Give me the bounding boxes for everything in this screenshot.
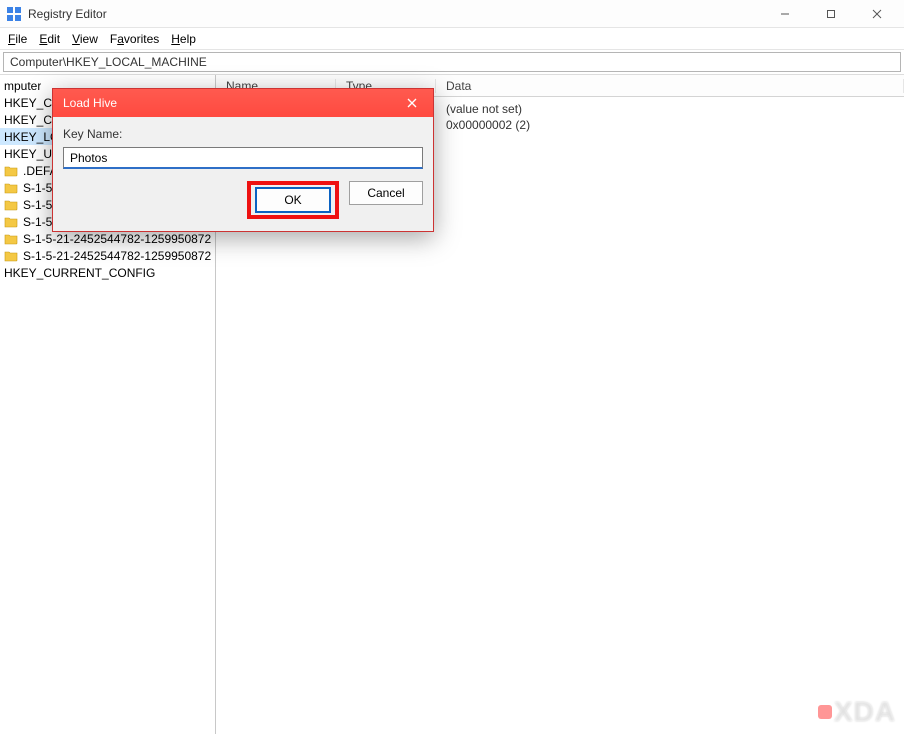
- cancel-button[interactable]: Cancel: [349, 181, 423, 205]
- load-hive-dialog: Load Hive Key Name: OK Cancel: [52, 88, 434, 232]
- key-name-label: Key Name:: [63, 127, 423, 141]
- window-controls: [762, 0, 900, 28]
- folder-icon: [4, 199, 18, 211]
- dialog-title: Load Hive: [63, 96, 117, 110]
- tree-item-label: HKEY_CURRENT_CONFIG: [4, 266, 155, 280]
- dialog-buttons: OK Cancel: [53, 169, 433, 231]
- menubar: File Edit View Favorites Help: [0, 28, 904, 50]
- dialog-titlebar: Load Hive: [53, 89, 433, 117]
- folder-icon: [4, 182, 18, 194]
- menu-view[interactable]: View: [72, 32, 98, 46]
- tree-item[interactable]: S-1-5-21-2452544782-1259950872-123: [0, 230, 215, 247]
- ok-button[interactable]: OK: [256, 188, 330, 212]
- menu-edit[interactable]: Edit: [39, 32, 60, 46]
- dialog-body: Key Name:: [53, 117, 433, 169]
- tree-item[interactable]: S-1-5-21-2452544782-1259950872-123: [0, 247, 215, 264]
- folder-icon: [4, 250, 18, 262]
- key-name-input[interactable]: [63, 147, 423, 169]
- menu-help[interactable]: Help: [171, 32, 196, 46]
- window-title: Registry Editor: [28, 7, 107, 21]
- folder-icon: [4, 233, 18, 245]
- cell-data: 0x00000002 (2): [436, 118, 904, 132]
- tree-item-label: mputer: [4, 79, 41, 93]
- titlebar: Registry Editor: [0, 0, 904, 28]
- ok-highlight-box: OK: [247, 181, 339, 219]
- tree-item[interactable]: HKEY_CURRENT_CONFIG: [0, 264, 215, 281]
- tree-item-label: S-1-5-21-2452544782-1259950872-123: [23, 232, 211, 246]
- menu-favorites[interactable]: Favorites: [110, 32, 159, 46]
- maximize-button[interactable]: [808, 0, 854, 28]
- folder-icon: [4, 216, 18, 228]
- folder-icon: [4, 165, 18, 177]
- close-button[interactable]: [854, 0, 900, 28]
- dialog-close-button[interactable]: [391, 89, 433, 117]
- minimize-button[interactable]: [762, 0, 808, 28]
- menu-file[interactable]: File: [8, 32, 27, 46]
- address-bar[interactable]: Computer\HKEY_LOCAL_MACHINE: [3, 52, 901, 72]
- regedit-icon: [6, 6, 22, 22]
- column-data[interactable]: Data: [436, 79, 904, 93]
- tree-item-label: S-1-5-21-2452544782-1259950872-123: [23, 249, 211, 263]
- cell-data: (value not set): [436, 102, 904, 116]
